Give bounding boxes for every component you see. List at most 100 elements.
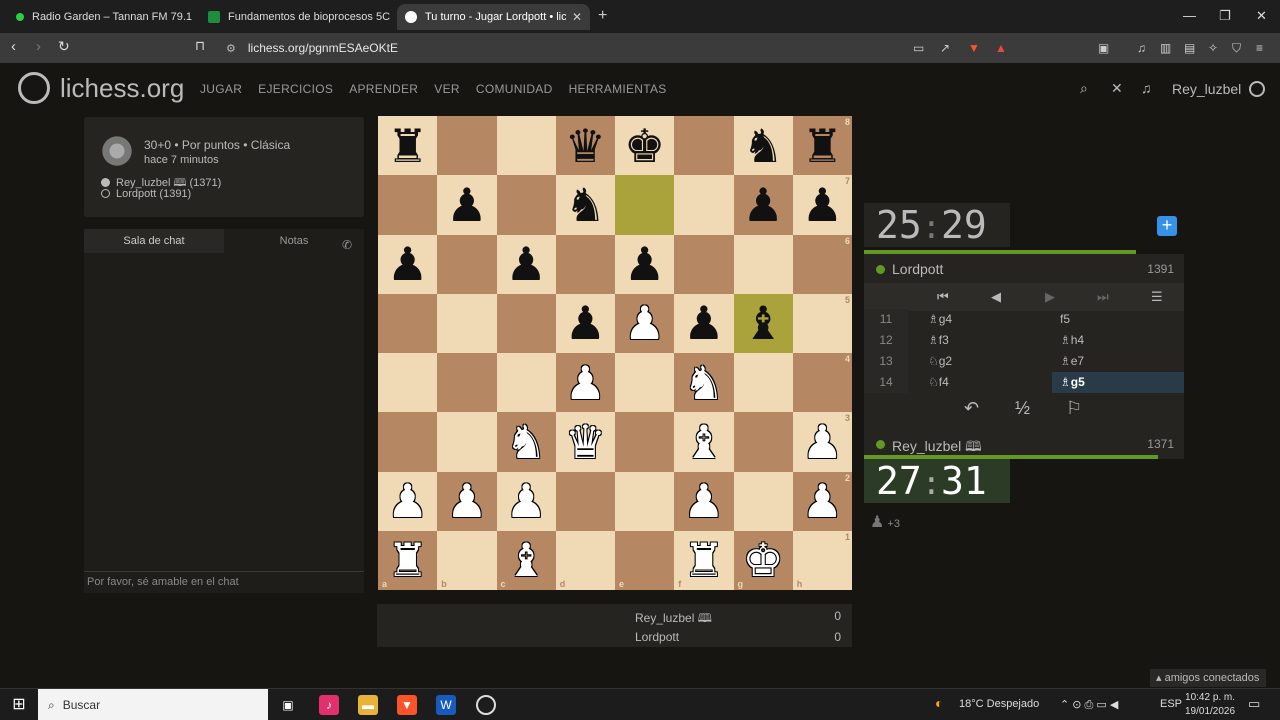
square-h5[interactable]: 5 xyxy=(792,293,852,353)
square-e1[interactable]: e xyxy=(615,530,675,590)
piece-d7[interactable]: ♞ xyxy=(565,182,606,228)
weather-text[interactable]: 18°C Despejado xyxy=(959,698,1039,710)
tiktok-icon[interactable]: ♪ xyxy=(319,695,339,715)
nav-comunidad[interactable]: COMUNIDAD xyxy=(476,82,553,96)
close-window-icon[interactable]: ✕ xyxy=(1256,8,1267,24)
square-d8[interactable]: ♛ xyxy=(555,116,615,176)
phone-icon[interactable]: ✆ xyxy=(342,233,352,257)
opponent-player[interactable]: Lordpott 1391 xyxy=(864,254,1184,284)
browser-tab-lichess[interactable]: Tu turno - Jugar Lordpott • liche ✕ xyxy=(397,4,590,30)
square-a5[interactable] xyxy=(378,293,438,353)
piece-c6[interactable]: ♟ xyxy=(506,241,547,287)
chat-input[interactable]: Por favor, sé amable en el chat xyxy=(84,571,364,593)
black-move[interactable]: f5 xyxy=(1052,309,1184,330)
piece-d4[interactable]: ♟ xyxy=(565,360,606,406)
piece-b7[interactable]: ♟ xyxy=(446,182,487,228)
challenge-icon[interactable]: ✕ xyxy=(1111,80,1123,97)
file-explorer-icon[interactable]: ▬ xyxy=(358,695,378,715)
piece-b2[interactable]: ♟ xyxy=(446,478,487,524)
bookmark-icon[interactable]: ⊓ xyxy=(195,38,205,54)
square-c1[interactable]: ♝ c xyxy=(496,530,556,590)
piece-f2[interactable]: ♟ xyxy=(683,478,724,524)
cast-icon[interactable]: ▭ xyxy=(913,41,924,55)
piece-g1[interactable]: ♚ xyxy=(743,537,784,583)
piece-h2[interactable]: ♟ xyxy=(802,478,843,524)
square-g8[interactable]: ♞ xyxy=(733,116,793,176)
first-move-icon[interactable]: ⏮ xyxy=(937,289,949,305)
nav-aprender[interactable]: APRENDER xyxy=(349,82,418,96)
square-d7[interactable]: ♞ xyxy=(555,175,615,235)
site-info-icon[interactable]: ⚙ xyxy=(226,42,236,55)
takeback-icon[interactable]: ↶ xyxy=(964,398,979,419)
square-c5[interactable] xyxy=(496,293,556,353)
piece-g7[interactable]: ♟ xyxy=(743,182,784,228)
menu-icon[interactable]: ☰ xyxy=(1151,289,1163,305)
square-h7[interactable]: ♟ 7 xyxy=(792,175,852,235)
piece-d5[interactable]: ♟ xyxy=(565,300,606,346)
piece-e8[interactable]: ♚ xyxy=(624,123,665,169)
square-e5[interactable]: ♟ xyxy=(615,293,675,353)
friends-online-button[interactable]: ▴ amigos conectados xyxy=(1150,669,1266,687)
chess-board[interactable]: ♜ ♛ ♚ ♞ ♜ 8 ♟ ♞ ♟ ♟ 7 ♟ ♟ ♟ 6 ♟ ♟ ♟ ♝ 5 ♟ ♞ 4 ♞ ♛ ♝ ♟ 3 ♟ ♟ ♟ ♟ ♟ 2 ♜ a b ♝ c d… xyxy=(378,116,852,590)
new-tab-button[interactable]: + xyxy=(598,7,607,25)
square-f4[interactable]: ♞ xyxy=(674,353,734,413)
black-move[interactable]: ♗h4 xyxy=(1052,330,1184,351)
forward-icon[interactable]: › xyxy=(36,38,41,55)
brave-browser-icon[interactable]: ▼ xyxy=(397,695,417,715)
square-a6[interactable]: ♟ xyxy=(378,234,438,294)
tab-chat[interactable]: Sala de chat xyxy=(84,229,224,253)
square-g1[interactable]: ♚ g xyxy=(733,530,793,590)
wallet-icon[interactable]: ▤ xyxy=(1184,41,1195,55)
square-a1[interactable]: ♜ a xyxy=(378,530,438,590)
sidebar-icon[interactable]: ▥ xyxy=(1160,41,1171,55)
square-e8[interactable]: ♚ xyxy=(615,116,675,176)
brave-rewards-icon[interactable]: ▲ xyxy=(995,41,1007,55)
square-f8[interactable] xyxy=(674,116,734,176)
square-g3[interactable] xyxy=(733,412,793,472)
app-icon[interactable] xyxy=(476,695,496,715)
piece-g5[interactable]: ♝ xyxy=(743,300,784,346)
square-a8[interactable]: ♜ xyxy=(378,116,438,176)
square-h8[interactable]: ♜ 8 xyxy=(792,116,852,176)
square-f7[interactable] xyxy=(674,175,734,235)
user-menu[interactable]: Rey_luzbel xyxy=(1172,81,1266,97)
brave-shields-icon[interactable]: ▼ xyxy=(968,41,980,55)
piece-d8[interactable]: ♛ xyxy=(565,123,606,169)
square-c3[interactable]: ♞ xyxy=(496,412,556,472)
vpn-icon[interactable]: ⛉ xyxy=(1232,41,1241,56)
browser-tab-radio[interactable]: Radio Garden – Tannan FM 79.1 xyxy=(8,4,198,30)
square-b4[interactable] xyxy=(437,353,497,413)
piece-c3[interactable]: ♞ xyxy=(506,419,547,465)
square-b3[interactable] xyxy=(437,412,497,472)
prev-move-icon[interactable]: ◀ xyxy=(991,289,1001,305)
browser-tab-classroom[interactable]: Fundamentos de bioprocesos 5C xyxy=(200,4,390,30)
language-indicator[interactable]: ESP xyxy=(1160,698,1182,710)
piece-f5[interactable]: ♟ xyxy=(683,300,724,346)
maximize-icon[interactable]: ❐ xyxy=(1219,8,1231,24)
piece-a1[interactable]: ♜ xyxy=(387,537,428,583)
square-d1[interactable]: d xyxy=(555,530,615,590)
nav-ver[interactable]: VER xyxy=(434,82,460,96)
white-move[interactable]: ♘f4 xyxy=(920,372,1052,393)
offer-draw-button[interactable]: ½ xyxy=(1015,398,1030,419)
nav-jugar[interactable]: JUGAR xyxy=(200,82,242,96)
nav-herramientas[interactable]: HERRAMIENTAS xyxy=(569,82,667,96)
square-d5[interactable]: ♟ xyxy=(555,293,615,353)
square-e6[interactable]: ♟ xyxy=(615,234,675,294)
piece-c2[interactable]: ♟ xyxy=(506,478,547,524)
square-b7[interactable]: ♟ xyxy=(437,175,497,235)
piece-a2[interactable]: ♟ xyxy=(387,478,428,524)
square-h2[interactable]: ♟ 2 xyxy=(792,471,852,531)
taskbar-search[interactable]: ⌕ Buscar xyxy=(38,689,268,720)
square-c2[interactable]: ♟ xyxy=(496,471,556,531)
square-e2[interactable] xyxy=(615,471,675,531)
piece-h3[interactable]: ♟ xyxy=(802,419,843,465)
piece-f3[interactable]: ♝ xyxy=(683,419,724,465)
piece-g8[interactable]: ♞ xyxy=(743,123,784,169)
piece-f4[interactable]: ♞ xyxy=(683,360,724,406)
square-c7[interactable] xyxy=(496,175,556,235)
white-move[interactable]: ♗g4 xyxy=(920,309,1052,330)
square-c8[interactable] xyxy=(496,116,556,176)
square-f5[interactable]: ♟ xyxy=(674,293,734,353)
square-c6[interactable]: ♟ xyxy=(496,234,556,294)
